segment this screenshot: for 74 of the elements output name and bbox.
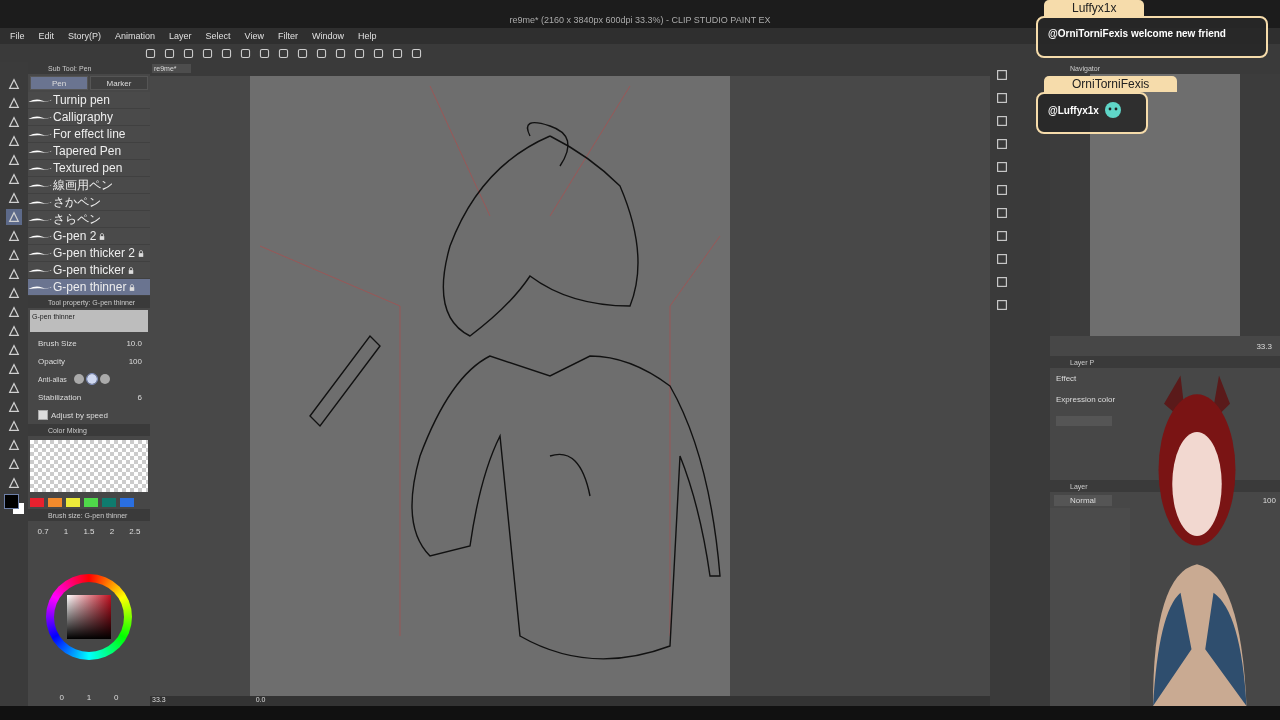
color-value: 0	[59, 693, 64, 702]
brush-name: G-pen thicker 2	[53, 246, 136, 260]
brush-item[interactable]: G-pen thicker 2	[28, 245, 150, 262]
emote-icon	[1102, 100, 1123, 120]
menu-item[interactable]: Layer	[169, 31, 192, 41]
chat-bubble: @OrniTorniFexis welcome new friend	[1036, 16, 1268, 58]
brush-item[interactable]: Textured pen	[28, 160, 150, 177]
sub-tool-tab[interactable]: Marker	[90, 76, 148, 90]
color-value: 1	[86, 693, 92, 702]
brush-item[interactable]: For effect line	[28, 126, 150, 143]
color-value: 0	[114, 693, 119, 702]
brush-name: Calligraphy	[53, 110, 114, 124]
brush-size-option[interactable]: 1.5	[83, 527, 95, 536]
property-value[interactable]: 10.0	[126, 338, 142, 348]
antialias-icon[interactable]	[73, 374, 84, 384]
color-swatch[interactable]	[48, 498, 62, 507]
color-swatch[interactable]	[66, 498, 80, 507]
chat-bubble: @Luffyx1x	[1036, 92, 1148, 134]
brush-item[interactable]: さかペン	[28, 194, 150, 211]
brush-name: さかペン	[53, 193, 101, 211]
brush-name: さらペン	[53, 210, 101, 228]
property-label: Stabilization	[38, 392, 83, 402]
menu-item[interactable]: Help	[358, 31, 377, 41]
menu-item[interactable]: Select	[205, 31, 231, 41]
menu-item[interactable]: Edit	[38, 31, 55, 41]
brush-item[interactable]: G-pen thicker	[28, 262, 150, 279]
checkbox[interactable]	[38, 410, 48, 420]
blend-mode-dropdown[interactable]: Normal	[1054, 494, 1112, 506]
checkbox-label: Adjust by speed	[51, 410, 109, 420]
property-label: Expression color	[1056, 395, 1117, 404]
property-value[interactable]: 6	[137, 392, 142, 402]
chat-username: OrniTorniFexis	[1044, 76, 1178, 92]
brush-name: G-pen 2	[53, 229, 97, 243]
brush-name: Tapered Pen	[53, 144, 122, 158]
color-swatch[interactable]	[120, 498, 134, 507]
menu-item[interactable]: File	[10, 31, 25, 41]
brush-item[interactable]: さらペン	[28, 211, 150, 228]
color-swatch[interactable]	[30, 498, 44, 507]
property-label: Opacity	[38, 356, 67, 366]
sub-tool-tab[interactable]: Pen	[30, 76, 88, 90]
color-swatch[interactable]	[84, 498, 98, 507]
color-swatch[interactable]	[102, 498, 116, 507]
brush-name: Textured pen	[53, 161, 123, 175]
brush-item[interactable]: Calligraphy	[28, 109, 150, 126]
brush-size-option[interactable]: 2.5	[129, 527, 141, 536]
brush-item[interactable]: G-pen thinner	[28, 279, 150, 296]
navigator-preview[interactable]	[1050, 74, 1280, 336]
brush-name: G-pen thinner	[53, 280, 127, 294]
brush-name: G-pen thicker	[53, 263, 126, 277]
antialias-icon[interactable]	[99, 374, 110, 384]
menu-item[interactable]: Animation	[115, 31, 156, 41]
brush-name: For effect line	[53, 127, 126, 141]
brush-item[interactable]: Tapered Pen	[28, 143, 150, 160]
brush-size-option[interactable]: 1	[63, 527, 69, 536]
menu-item[interactable]: Window	[311, 31, 344, 41]
brush-size-option[interactable]: 2	[109, 527, 115, 536]
brush-item[interactable]: Turnip pen	[28, 92, 150, 109]
chat-username: Luffyx1x	[1044, 0, 1145, 16]
opacity-value[interactable]: 100	[1262, 495, 1276, 505]
brush-size-option[interactable]: 0.7	[37, 527, 49, 536]
brush-name: Turnip pen	[53, 93, 110, 107]
menu-item[interactable]: View	[244, 31, 264, 41]
menu-item[interactable]: Story(P)	[68, 31, 102, 41]
menu-item[interactable]: Filter	[277, 31, 298, 41]
zoom-readout[interactable]: 33.3	[1256, 341, 1272, 351]
antialias-icon[interactable]	[86, 374, 97, 384]
property-value[interactable]: 100	[128, 356, 142, 366]
window-title: re9me* (2160 x 3840px 600dpi 33.3%) - CLIP STUDIO PAINT EX	[509, 15, 771, 25]
property-label: Brush Size	[38, 338, 78, 348]
section-label: Effect	[1056, 374, 1078, 383]
brush-item[interactable]: 線画用ペン	[28, 177, 150, 194]
brush-item[interactable]: G-pen 2	[28, 228, 150, 245]
brush-name: 線画用ペン	[53, 176, 113, 194]
color-swatch-icon[interactable]	[4, 494, 24, 514]
